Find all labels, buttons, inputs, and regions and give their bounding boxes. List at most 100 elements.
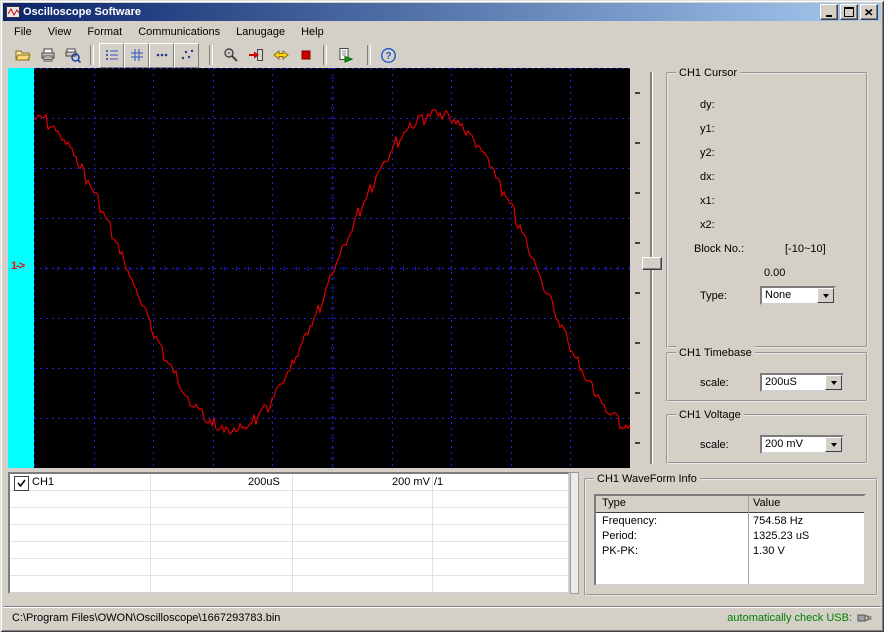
grid-view-button[interactable] bbox=[124, 42, 149, 68]
scope-grid-waveform bbox=[33, 67, 631, 469]
dots-view-icon bbox=[156, 53, 167, 57]
zoom-settings-button[interactable] bbox=[218, 43, 243, 68]
dots-view-button[interactable] bbox=[149, 42, 174, 68]
voltage-scale-select[interactable]: 200 mV bbox=[760, 435, 844, 454]
timebase-scale-label: scale: bbox=[700, 377, 729, 389]
maximize-button[interactable] bbox=[840, 4, 858, 20]
block-no-label: Block No.: bbox=[694, 243, 745, 255]
menu-help[interactable]: Help bbox=[293, 24, 332, 40]
window-controls bbox=[820, 4, 878, 20]
column-divider bbox=[748, 496, 749, 584]
minimize-button[interactable] bbox=[820, 4, 838, 20]
grid-view-icon bbox=[130, 49, 143, 61]
title-bar[interactable]: Oscilloscope Software bbox=[3, 3, 881, 21]
waveform-info-table: Type Value Frequency: 754.58 Hz Period: … bbox=[594, 494, 866, 586]
block-no-range: [-10~10] bbox=[785, 243, 826, 255]
slider-tick bbox=[635, 192, 640, 194]
menu-view[interactable]: View bbox=[40, 24, 80, 40]
close-icon bbox=[865, 8, 873, 16]
column-divider bbox=[292, 474, 293, 592]
svg-text:?: ? bbox=[385, 51, 391, 62]
voltage-scale-value: 200 mV bbox=[765, 438, 803, 450]
file-path-text: C:\Program Files\OWON\Oscilloscope\16672… bbox=[12, 611, 281, 624]
print-preview-button[interactable] bbox=[60, 43, 85, 68]
open-file-button[interactable] bbox=[10, 43, 35, 68]
column-divider bbox=[432, 474, 433, 592]
status-bar: C:\Program Files\OWON\Oscilloscope\16672… bbox=[3, 606, 881, 629]
slider-tick bbox=[635, 342, 640, 344]
dropdown-button[interactable] bbox=[817, 288, 834, 303]
minimize-icon bbox=[826, 14, 832, 17]
period-value: 1325.23 uS bbox=[753, 530, 810, 542]
toolbar-separator bbox=[209, 45, 213, 65]
freq-type: Frequency: bbox=[602, 515, 658, 527]
y1-label: y1: bbox=[700, 123, 715, 135]
chevron-down-icon bbox=[830, 443, 837, 450]
print-icon bbox=[41, 48, 54, 62]
voltage-scale-label: scale: bbox=[700, 439, 729, 451]
channel-probe: /1 bbox=[434, 476, 444, 488]
menu-format[interactable]: Format bbox=[79, 24, 130, 40]
menu-language[interactable]: Lanugage bbox=[228, 24, 293, 40]
print-button[interactable] bbox=[35, 43, 60, 68]
ch1-checkbox[interactable] bbox=[14, 476, 29, 491]
ch1-cursor-group: CH1 Cursor dy: y1: y2: dx: x1: x2: Block… bbox=[666, 66, 868, 348]
freq-value: 754.58 Hz bbox=[753, 515, 804, 527]
menu-file[interactable]: File bbox=[6, 24, 40, 40]
toolbar-separator bbox=[90, 45, 94, 65]
timebase-scale-select[interactable]: 200uS bbox=[760, 373, 844, 392]
transfer-button[interactable] bbox=[268, 43, 293, 68]
scatter-view-button[interactable] bbox=[174, 42, 199, 68]
stop-icon bbox=[301, 50, 310, 60]
toolbar-separator bbox=[367, 45, 371, 65]
menu-bar: File View Format Communications Lanugage… bbox=[3, 22, 881, 41]
close-button[interactable] bbox=[860, 4, 878, 20]
waveform-info-title: CH1 WaveForm Info bbox=[594, 472, 700, 486]
stop-button[interactable] bbox=[293, 43, 318, 68]
ch1-timebase-group: CH1 Timebase scale: 200uS bbox=[666, 346, 868, 402]
usb-plug-icon bbox=[857, 612, 873, 624]
help-icon: ? bbox=[380, 47, 397, 63]
menu-communications[interactable]: Communications bbox=[130, 24, 228, 40]
checkmark-icon bbox=[17, 479, 26, 488]
print-preview-icon bbox=[65, 48, 81, 63]
channel-table-scrollbar[interactable] bbox=[570, 472, 579, 594]
list-view-button[interactable] bbox=[99, 42, 124, 68]
maximize-icon bbox=[844, 7, 854, 17]
cursor-type-value: None bbox=[765, 289, 792, 301]
slider-tick bbox=[635, 242, 640, 244]
chevron-down-icon bbox=[822, 294, 829, 301]
ch1-voltage-title: CH1 Voltage bbox=[676, 408, 744, 422]
slider-thumb[interactable] bbox=[642, 257, 662, 270]
zoom-settings-icon bbox=[223, 48, 238, 62]
help-button[interactable]: ? bbox=[376, 43, 401, 68]
slider-tick bbox=[635, 92, 640, 94]
export-button[interactable] bbox=[332, 43, 357, 68]
block-no-value: 0.00 bbox=[764, 267, 786, 279]
channel-voltage: 200 mV bbox=[392, 476, 430, 488]
usb-status-text: automatically check USB: bbox=[727, 611, 852, 624]
exit-acquire-button[interactable] bbox=[243, 43, 268, 68]
vertical-position-slider[interactable] bbox=[642, 70, 662, 466]
pkpk-value: 1.30 V bbox=[753, 545, 785, 557]
toolbar: ? bbox=[3, 42, 881, 68]
ch1-cursor-title: CH1 Cursor bbox=[676, 66, 741, 80]
type-label: Type: bbox=[700, 290, 727, 302]
waveform-info-header: Type Value bbox=[596, 496, 864, 513]
dropdown-button[interactable] bbox=[825, 437, 842, 452]
dropdown-button[interactable] bbox=[825, 375, 842, 390]
ch1-timebase-title: CH1 Timebase bbox=[676, 346, 755, 360]
header-value: Value bbox=[753, 497, 781, 509]
ch1-voltage-group: CH1 Voltage scale: 200 mV bbox=[666, 408, 868, 464]
slider-tick bbox=[635, 442, 640, 444]
channel-timebase: 200uS bbox=[248, 476, 280, 488]
window-title: Oscilloscope Software bbox=[23, 6, 141, 18]
cursor-type-select[interactable]: None bbox=[760, 286, 836, 305]
dy-label: dy: bbox=[700, 99, 715, 111]
transfer-arrows-icon bbox=[272, 49, 289, 61]
channel-table: CH1 200uS 200 mV /1 bbox=[8, 472, 570, 594]
export-page-icon bbox=[339, 48, 353, 63]
y2-label: y2: bbox=[700, 147, 715, 159]
pkpk-type: PK-PK: bbox=[602, 545, 639, 557]
ch1-position-marker[interactable]: 1-> bbox=[11, 260, 25, 272]
